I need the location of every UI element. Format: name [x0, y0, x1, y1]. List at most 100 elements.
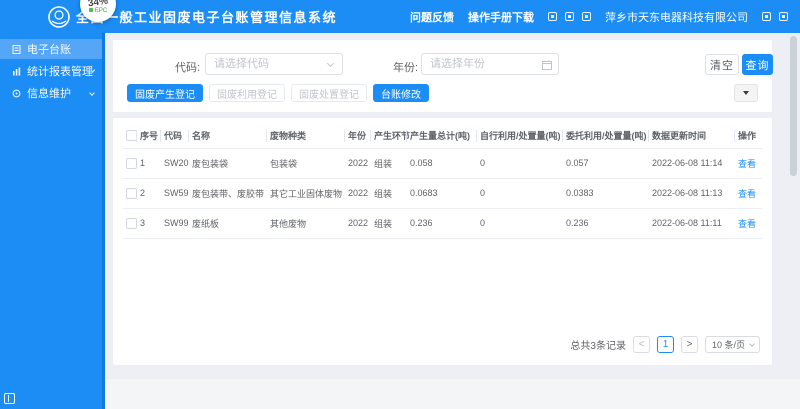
app-header: 全国一般工业固废电子台账管理信息系统 34% EPC 问题反馈 操作手册下载 萍… [0, 0, 800, 33]
cell-year: 2022 [345, 178, 371, 209]
cell-updated: 2022-06-08 11:11 [649, 208, 735, 239]
calendar-icon [542, 60, 552, 70]
cell-self: 0 [477, 148, 563, 179]
cell-year: 2022 [345, 208, 371, 239]
cell-self: 0 [477, 208, 563, 239]
sidebar-item-reports[interactable]: 统计报表管理 [0, 61, 102, 81]
register-disposal-button[interactable]: 固废处置登记 [291, 84, 367, 102]
cell-total: 0.0683 [407, 178, 477, 209]
header-icon-cluster-2 [762, 12, 788, 21]
header-actions: 问题反馈 操作手册下载 萍乡市天东电器科技有限公司 [410, 9, 790, 25]
cell-stage: 组装 [371, 208, 407, 239]
ledger-table-panel: 序号 代码 名称 废物种类 年份 产生环节 产生量总计(吨) 自行利用/处置量(… [113, 118, 772, 365]
cell-total: 0.058 [407, 148, 477, 179]
table-header-row: 序号 代码 名称 废物种类 年份 产生环节 产生量总计(吨) 自行利用/处置量(… [123, 124, 762, 149]
action-button-row: 固废产生登记 固废利用登记 固废处置登记 台账修改 [127, 84, 429, 102]
row-checkbox[interactable] [126, 157, 137, 169]
cell-name: 废纸板 [189, 208, 267, 239]
sidebar-item-maintenance[interactable]: 信息维护 [0, 83, 102, 103]
register-generation-button[interactable]: 固废产生登记 [127, 84, 203, 102]
sidebar: 电子台账 统计报表管理 信息维护 [0, 33, 105, 409]
pagination: 总共3条记录 < 1 > 10 条/页 [570, 336, 760, 353]
cell-name: 废包装袋 [189, 148, 267, 179]
table-row: 1 SW20 废包装袋 包装袋 2022 组装 0.058 0 0.057 20… [123, 148, 762, 179]
maintenance-icon [12, 89, 21, 97]
cell-entrust: 0.0383 [563, 178, 649, 209]
col-waste-type: 废物种类 [267, 124, 345, 149]
cell-stage: 组装 [371, 148, 407, 179]
header-icon-cluster [548, 12, 591, 21]
page-number-button[interactable]: 1 [656, 336, 674, 353]
chevron-down-icon [89, 90, 95, 96]
cell-no: 3 [137, 208, 161, 239]
row-checkbox[interactable] [126, 187, 137, 199]
col-name: 名称 [189, 124, 267, 149]
feedback-link[interactable]: 问题反馈 [410, 9, 454, 25]
col-self-use: 自行利用/处置量(吨) [477, 124, 563, 149]
chevron-down-icon [749, 341, 755, 347]
cell-entrust: 0.236 [563, 208, 649, 239]
sidebar-item-label: 电子台账 [27, 44, 71, 56]
view-link[interactable]: 查看 [738, 189, 756, 199]
next-page-button[interactable]: > [680, 336, 698, 353]
ledger-table: 序号 代码 名称 废物种类 年份 产生环节 产生量总计(吨) 自行利用/处置量(… [123, 124, 762, 239]
modify-ledger-button[interactable]: 台账修改 [373, 84, 429, 102]
select-all-checkbox[interactable] [126, 130, 137, 142]
sidebar-collapse-icon[interactable] [4, 393, 15, 404]
cell-code: SW20 [161, 148, 189, 179]
col-code: 代码 [161, 124, 189, 149]
message-icon[interactable] [548, 12, 557, 21]
cell-stage: 组装 [371, 178, 407, 209]
vertical-scrollbar[interactable] [790, 36, 797, 176]
logout-icon[interactable] [779, 12, 788, 21]
sidebar-item-label: 信息维护 [27, 88, 71, 100]
cell-name: 废包装带、废胶带 [189, 178, 267, 209]
col-year: 年份 [345, 124, 371, 149]
ledger-icon [12, 44, 21, 54]
cell-updated: 2022-06-08 11:14 [649, 148, 735, 179]
year-label: 年份: [393, 62, 419, 74]
cell-total: 0.236 [407, 208, 477, 239]
app-logo [48, 5, 70, 28]
register-utilization-button[interactable]: 固废利用登记 [209, 84, 285, 102]
page-size-select[interactable]: 10 条/页 [704, 336, 760, 353]
code-select-input[interactable] [206, 54, 342, 74]
year-input[interactable] [422, 54, 558, 74]
cell-no: 1 [137, 148, 161, 179]
table-row: 3 SW99 废纸板 其他废物 2022 组装 0.236 0 0.236 20… [123, 208, 762, 239]
sidebar-item-label: 统计报表管理 [27, 66, 93, 78]
more-options-button[interactable] [734, 84, 758, 102]
col-no: 序号 [137, 124, 161, 149]
cell-no: 2 [137, 178, 161, 209]
settings-icon[interactable] [762, 12, 771, 21]
year-picker[interactable] [421, 53, 559, 75]
code-label: 代码: [175, 62, 201, 74]
filter-panel: 代码: 年份: 清空 查询 固废产生登记 固废利用登记 固废处置登记 台账修改 [113, 40, 773, 112]
col-entrusted: 委托利用/处置量(吨) [563, 124, 649, 149]
cell-type: 包装袋 [267, 148, 345, 179]
prev-page-button[interactable]: < [632, 336, 650, 353]
col-updated: 数据更新时间 [649, 124, 735, 149]
view-link[interactable]: 查看 [738, 159, 756, 169]
view-link[interactable]: 查看 [738, 219, 756, 229]
total-records-text: 总共3条记录 [570, 341, 626, 352]
col-total: 产生量总计(吨) [407, 124, 477, 149]
clear-button[interactable]: 清空 [705, 54, 739, 75]
row-checkbox[interactable] [126, 217, 137, 229]
caret-down-icon [743, 91, 749, 95]
cell-updated: 2022-06-08 11:13 [649, 178, 735, 209]
sidebar-item-ledger[interactable]: 电子台账 [0, 39, 102, 59]
col-operation: 操作 [735, 124, 762, 149]
main-content: 代码: 年份: 清空 查询 固废产生登记 固废利用登记 固废处置登记 台账修改 [105, 33, 800, 409]
report-icon [13, 67, 21, 75]
cell-entrust: 0.057 [563, 148, 649, 179]
search-button[interactable]: 查询 [742, 54, 773, 75]
fullscreen-icon[interactable] [565, 12, 574, 21]
manual-download-link[interactable]: 操作手册下载 [468, 9, 534, 25]
cell-self: 0 [477, 178, 563, 209]
app-title: 全国一般工业固废电子台账管理信息系统 [76, 10, 338, 25]
user-icon[interactable] [582, 12, 591, 21]
code-select[interactable] [205, 53, 343, 75]
company-name: 萍乡市天东电器科技有限公司 [605, 11, 748, 24]
cell-type: 其他废物 [267, 208, 345, 239]
